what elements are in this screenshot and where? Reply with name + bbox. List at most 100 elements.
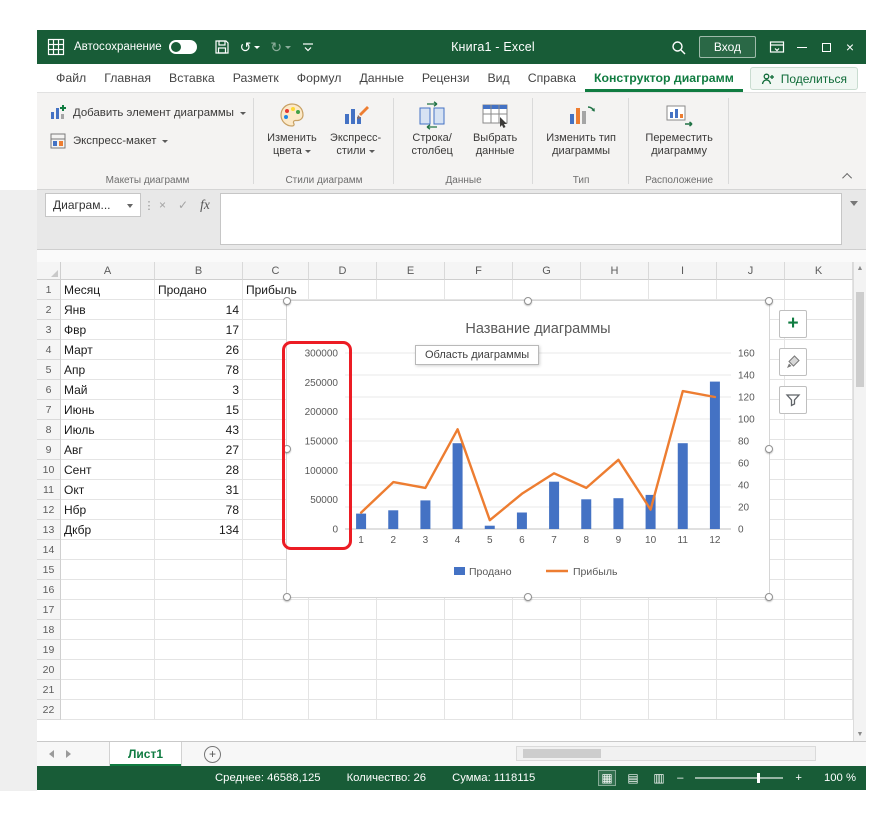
cell-A20[interactable] (61, 660, 155, 680)
cell-I1[interactable] (649, 280, 717, 300)
normal-view-button[interactable]: ▦ (599, 771, 615, 785)
cell-F19[interactable] (445, 640, 513, 660)
row-header-17[interactable]: 17 (37, 600, 61, 620)
cell-B3[interactable]: 17 (155, 320, 243, 340)
cell-K15[interactable] (785, 560, 853, 580)
cell-B17[interactable] (155, 600, 243, 620)
vertical-scrollbar-thumb[interactable] (856, 292, 864, 387)
ribbon-tab-data[interactable]: Данные (350, 64, 412, 92)
cell-B14[interactable] (155, 540, 243, 560)
column-header-A[interactable]: A (61, 262, 155, 280)
cell-A22[interactable] (61, 700, 155, 720)
cell-H19[interactable] (581, 640, 649, 660)
cell-K19[interactable] (785, 640, 853, 660)
cell-A6[interactable]: Май (61, 380, 155, 400)
cell-K21[interactable] (785, 680, 853, 700)
cell-B9[interactable]: 27 (155, 440, 243, 460)
cell-E21[interactable] (377, 680, 445, 700)
cell-I18[interactable] (649, 620, 717, 640)
scroll-up-icon[interactable]: ▲ (854, 262, 866, 275)
previous-sheet-icon[interactable] (45, 750, 54, 758)
cell-J19[interactable] (717, 640, 785, 660)
cell-I20[interactable] (649, 660, 717, 680)
cell-E20[interactable] (377, 660, 445, 680)
row-header-6[interactable]: 6 (37, 380, 61, 400)
cell-I21[interactable] (649, 680, 717, 700)
cell-K17[interactable] (785, 600, 853, 620)
row-header-1[interactable]: 1 (37, 280, 61, 300)
row-header-4[interactable]: 4 (37, 340, 61, 360)
cell-E22[interactable] (377, 700, 445, 720)
cell-B2[interactable]: 14 (155, 300, 243, 320)
cell-G19[interactable] (513, 640, 581, 660)
cell-I19[interactable] (649, 640, 717, 660)
excel-app-icon[interactable] (47, 38, 65, 56)
cell-F22[interactable] (445, 700, 513, 720)
chart-resize-handle[interactable] (524, 593, 532, 601)
cell-C21[interactable] (243, 680, 309, 700)
cell-J22[interactable] (717, 700, 785, 720)
ribbon-tab-file[interactable]: Файл (47, 64, 95, 92)
column-header-J[interactable]: J (717, 262, 785, 280)
change-colors-button[interactable]: Изменить цвета (262, 96, 322, 158)
cell-G22[interactable] (513, 700, 581, 720)
cell-B11[interactable]: 31 (155, 480, 243, 500)
chart-resize-handle[interactable] (283, 593, 291, 601)
cell-B20[interactable] (155, 660, 243, 680)
collapse-ribbon-button[interactable] (840, 169, 856, 183)
share-button[interactable]: Поделиться (750, 67, 858, 90)
column-header-I[interactable]: I (649, 262, 717, 280)
cell-A9[interactable]: Авг (61, 440, 155, 460)
row-header-11[interactable]: 11 (37, 480, 61, 500)
cell-J20[interactable] (717, 660, 785, 680)
cell-A2[interactable]: Янв (61, 300, 155, 320)
cell-K8[interactable] (785, 420, 853, 440)
cell-H22[interactable] (581, 700, 649, 720)
cell-H21[interactable] (581, 680, 649, 700)
chart-resize-handle[interactable] (765, 297, 773, 305)
ribbon-tab-view[interactable]: Вид (478, 64, 518, 92)
row-header-14[interactable]: 14 (37, 540, 61, 560)
maximize-button[interactable] (814, 30, 838, 64)
chart-styles-button[interactable] (779, 348, 807, 376)
cell-A3[interactable]: Фвр (61, 320, 155, 340)
chart-elements-button[interactable]: + (779, 310, 807, 338)
cell-A4[interactable]: Март (61, 340, 155, 360)
expand-formula-bar-button[interactable] (850, 201, 858, 210)
search-button[interactable] (666, 30, 691, 64)
cell-D20[interactable] (309, 660, 377, 680)
row-header-13[interactable]: 13 (37, 520, 61, 540)
cell-G17[interactable] (513, 600, 581, 620)
zoom-out-button[interactable]: – (677, 772, 683, 784)
cell-C20[interactable] (243, 660, 309, 680)
cell-D21[interactable] (309, 680, 377, 700)
cell-J18[interactable] (717, 620, 785, 640)
quick-layout-button[interactable]: Экспресс-макет (49, 132, 246, 150)
cell-D1[interactable] (309, 280, 377, 300)
cell-I17[interactable] (649, 600, 717, 620)
cell-A13[interactable]: Дкбр (61, 520, 155, 540)
cell-B10[interactable]: 28 (155, 460, 243, 480)
cell-C22[interactable] (243, 700, 309, 720)
cell-A11[interactable]: Окт (61, 480, 155, 500)
cell-E1[interactable] (377, 280, 445, 300)
row-header-15[interactable]: 15 (37, 560, 61, 580)
cell-H17[interactable] (581, 600, 649, 620)
cell-B15[interactable] (155, 560, 243, 580)
cell-K12[interactable] (785, 500, 853, 520)
cell-H1[interactable] (581, 280, 649, 300)
cell-B12[interactable]: 78 (155, 500, 243, 520)
chart-resize-handle[interactable] (765, 445, 773, 453)
name-box[interactable]: Диаграм... (45, 193, 141, 217)
vertical-scrollbar[interactable]: ▲ ▼ (853, 262, 866, 741)
cell-J21[interactable] (717, 680, 785, 700)
move-chart-button[interactable]: Переместить диаграмму (637, 96, 721, 158)
cell-F18[interactable] (445, 620, 513, 640)
cell-K16[interactable] (785, 580, 853, 600)
cell-A5[interactable]: Апр (61, 360, 155, 380)
cell-A12[interactable]: Нбр (61, 500, 155, 520)
insert-function-button[interactable]: fx (200, 197, 210, 213)
save-button[interactable] (209, 30, 235, 64)
horizontal-scrollbar-thumb[interactable] (523, 749, 601, 758)
cell-B13[interactable]: 134 (155, 520, 243, 540)
